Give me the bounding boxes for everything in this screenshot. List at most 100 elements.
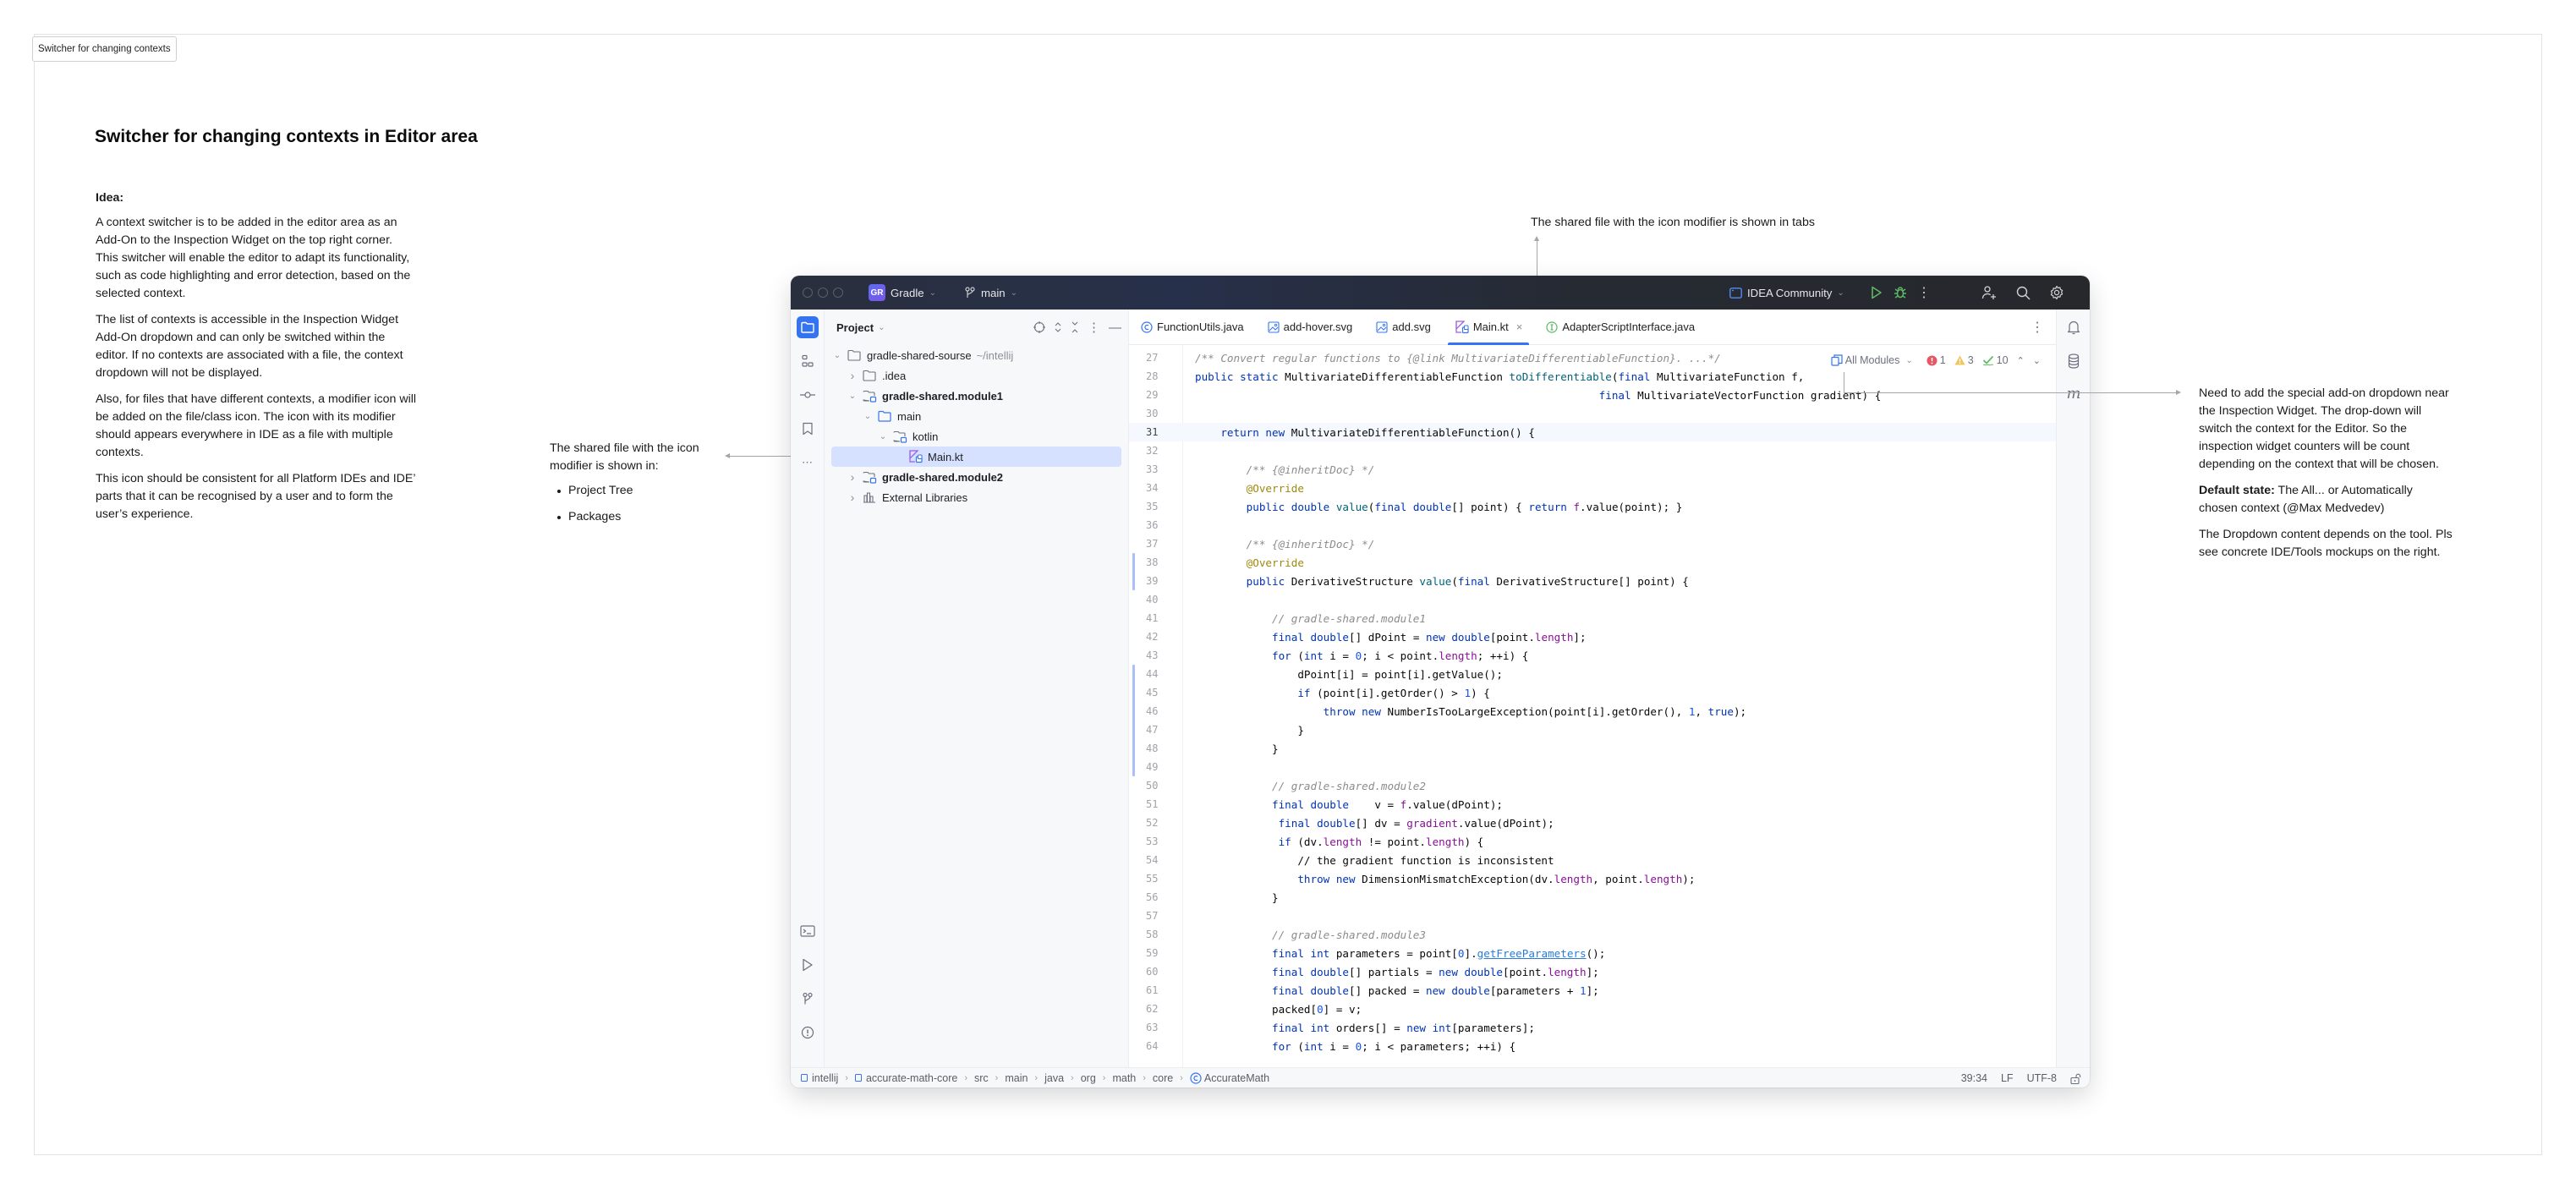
- tree-item[interactable]: ⌄ gradle-shared.module1: [825, 386, 1128, 406]
- line-number[interactable]: 52: [1129, 817, 1183, 829]
- line-number[interactable]: 64: [1129, 1040, 1183, 1052]
- settings-button[interactable]: [2047, 276, 2067, 310]
- line-number[interactable]: 38: [1129, 556, 1183, 568]
- line-number[interactable]: 42: [1129, 631, 1183, 643]
- code-line[interactable]: 56 }: [1129, 888, 2056, 907]
- code-line[interactable]: 41 // gradle-shared.module1: [1129, 609, 2056, 627]
- code-line[interactable]: 63 final int orders[] = new int[paramete…: [1129, 1018, 2056, 1037]
- line-number[interactable]: 29: [1129, 389, 1183, 401]
- line-number[interactable]: 58: [1129, 929, 1183, 940]
- breadcrumb-item[interactable]: intellij: [801, 1072, 838, 1084]
- code-line[interactable]: 44 dPoint[i] = point[i].getValue();: [1129, 665, 2056, 683]
- breadcrumb-item[interactable]: AccurateMath: [1190, 1072, 1269, 1084]
- code-line[interactable]: 58 // gradle-shared.module3: [1129, 925, 2056, 944]
- breadcrumb-item[interactable]: math: [1112, 1072, 1136, 1084]
- line-number[interactable]: 39: [1129, 575, 1183, 587]
- chevron-right-icon[interactable]: ›: [847, 470, 858, 484]
- code-with-me-button[interactable]: [1979, 276, 1999, 310]
- database-button[interactable]: [2063, 350, 2085, 372]
- line-number[interactable]: 63: [1129, 1022, 1183, 1033]
- tree-item[interactable]: › .idea: [825, 365, 1128, 386]
- code-line[interactable]: 31 return new MultivariateDifferentiable…: [1129, 423, 2056, 441]
- collapse-all-icon[interactable]: [1071, 321, 1079, 333]
- chevron-right-icon[interactable]: ›: [847, 369, 858, 382]
- code-line[interactable]: 49: [1129, 758, 2056, 776]
- breadcrumb-item[interactable]: src: [974, 1072, 989, 1084]
- line-number[interactable]: 31: [1129, 426, 1183, 438]
- line-number[interactable]: 37: [1129, 538, 1183, 550]
- tree-item[interactable]: ⌄ main: [825, 406, 1128, 426]
- line-number[interactable]: 60: [1129, 966, 1183, 978]
- code-line[interactable]: 29 final MultivariateVectorFunction grad…: [1129, 386, 2056, 404]
- line-number[interactable]: 57: [1129, 910, 1183, 922]
- line-number[interactable]: 33: [1129, 463, 1183, 475]
- code-line[interactable]: 64 for (int i = 0; i < parameters; ++i) …: [1129, 1037, 2056, 1055]
- line-number[interactable]: 53: [1129, 836, 1183, 847]
- tree-item[interactable]: Main.kt: [831, 447, 1121, 467]
- problems-tool-button[interactable]: [797, 1022, 819, 1044]
- commit-tool-button[interactable]: [797, 384, 819, 406]
- breadcrumb-item[interactable]: main: [1005, 1072, 1028, 1084]
- editor-tab[interactable]: FunctionUtils.java: [1129, 310, 1256, 345]
- maven-button[interactable]: m: [2063, 382, 2085, 404]
- code-editor[interactable]: 27 /** Convert regular functions to {@lin…: [1129, 345, 2056, 1067]
- code-line[interactable]: 61 final double[] packed = new double[pa…: [1129, 981, 2056, 1000]
- branch-switcher[interactable]: main ⌄: [964, 276, 1017, 310]
- line-number[interactable]: 34: [1129, 482, 1183, 494]
- line-number[interactable]: 49: [1129, 761, 1183, 773]
- expand-all-icon[interactable]: [1054, 321, 1062, 333]
- code-line[interactable]: 54 // the gradient function is inconsist…: [1129, 851, 2056, 869]
- project-tool-button[interactable]: [797, 316, 819, 338]
- line-number[interactable]: 54: [1129, 854, 1183, 866]
- hide-panel-icon[interactable]: —: [1109, 321, 1121, 335]
- line-number[interactable]: 43: [1129, 649, 1183, 661]
- bookmarks-tool-button[interactable]: [797, 418, 819, 440]
- previous-problem-button[interactable]: ⌃: [2017, 355, 2025, 366]
- terminal-tool-button[interactable]: [797, 920, 819, 942]
- code-line[interactable]: 46 throw new NumberIsTooLargeException(p…: [1129, 702, 2056, 721]
- run-button[interactable]: [1866, 276, 1887, 310]
- caret-position[interactable]: 39:34: [1961, 1072, 1987, 1084]
- tree-item[interactable]: › External Libraries: [825, 487, 1128, 507]
- line-number[interactable]: 47: [1129, 724, 1183, 736]
- options-menu-icon[interactable]: ⋮: [1088, 320, 1100, 335]
- code-line[interactable]: 36: [1129, 516, 2056, 534]
- chevron-down-icon[interactable]: ⌄: [877, 432, 889, 441]
- breadcrumb-item[interactable]: core: [1153, 1072, 1173, 1084]
- code-line[interactable]: 53 if (dv.length != point.length) {: [1129, 832, 2056, 851]
- project-switcher[interactable]: GR Gradle ⌄: [869, 276, 936, 310]
- chevron-down-icon[interactable]: ⌄: [862, 412, 874, 421]
- code-line[interactable]: 39 public DerivativeStructure value(fina…: [1129, 572, 2056, 590]
- errors-counter[interactable]: 1: [1927, 354, 1946, 366]
- chevron-right-icon[interactable]: ›: [847, 490, 858, 504]
- code-line[interactable]: 62 packed[0] = v;: [1129, 1000, 2056, 1018]
- file-encoding[interactable]: UTF-8: [2027, 1072, 2057, 1084]
- code-line[interactable]: 35 public double value(final double[] po…: [1129, 497, 2056, 516]
- line-number[interactable]: 36: [1129, 519, 1183, 531]
- line-number[interactable]: 61: [1129, 984, 1183, 996]
- editor-tab[interactable]: Main.kt ×: [1443, 310, 1535, 345]
- line-number[interactable]: 35: [1129, 501, 1183, 512]
- code-line[interactable]: 34 @Override: [1129, 479, 2056, 497]
- code-line[interactable]: 37 /** {@inheritDoc} */: [1129, 534, 2056, 553]
- line-number[interactable]: 27: [1129, 352, 1183, 364]
- debug-button[interactable]: [1890, 276, 1910, 310]
- git-tool-button[interactable]: [797, 988, 819, 1010]
- editor-tab[interactable]: add-hover.svg: [1256, 310, 1365, 345]
- line-number[interactable]: 56: [1129, 891, 1183, 903]
- line-number[interactable]: 50: [1129, 780, 1183, 792]
- line-number[interactable]: 55: [1129, 873, 1183, 885]
- code-line[interactable]: 55 throw new DimensionMismatchException(…: [1129, 869, 2056, 888]
- line-number[interactable]: 30: [1129, 408, 1183, 419]
- code-line[interactable]: 30: [1129, 404, 2056, 423]
- editor-tab[interactable]: AdapterScriptInterface.java: [1534, 310, 1707, 345]
- code-line[interactable]: 43 for (int i = 0; i < point.length; ++i…: [1129, 646, 2056, 665]
- code-line[interactable]: 33 /** {@inheritDoc} */: [1129, 460, 2056, 479]
- line-separator[interactable]: LF: [2001, 1072, 2014, 1084]
- next-problem-button[interactable]: ⌄: [2033, 355, 2041, 366]
- close-tab-icon[interactable]: ×: [1516, 321, 1523, 333]
- more-actions-button[interactable]: ⋮: [1914, 276, 1934, 310]
- breadcrumb-item[interactable]: org: [1081, 1072, 1096, 1084]
- breadcrumb-item[interactable]: java: [1044, 1072, 1064, 1084]
- code-line[interactable]: 32: [1129, 441, 2056, 460]
